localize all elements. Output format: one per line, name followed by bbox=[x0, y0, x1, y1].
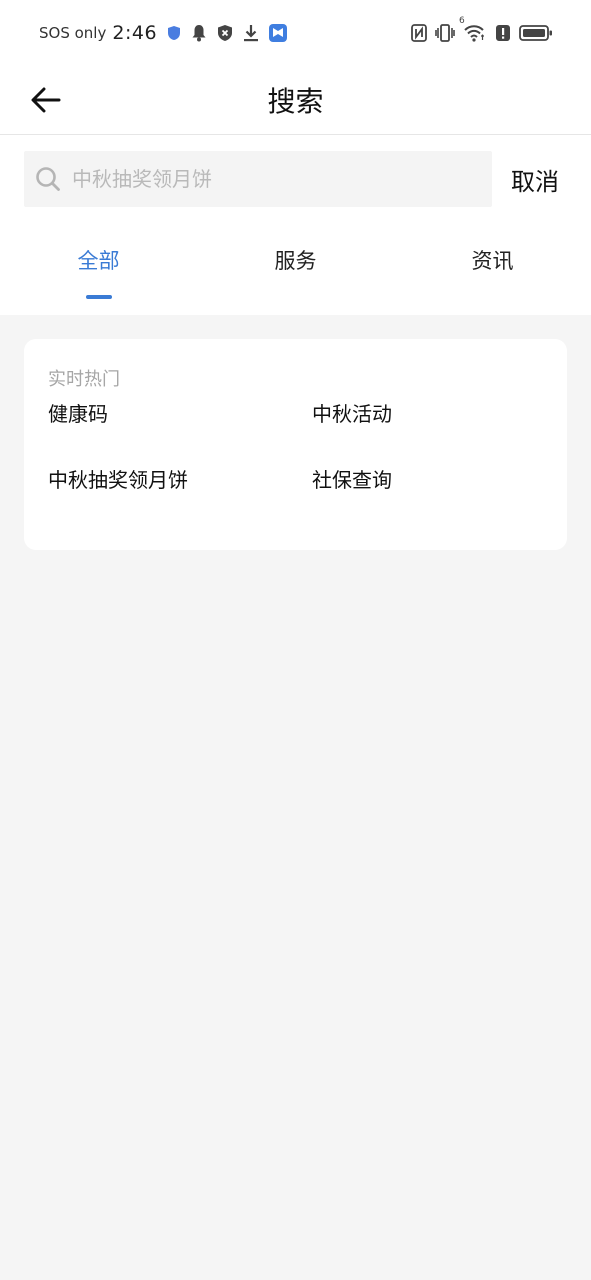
hot-item[interactable]: 中秋活动 bbox=[312, 399, 543, 429]
hot-searches-title: 实时热门 bbox=[48, 369, 120, 390]
carrier-label: SOS only bbox=[39, 24, 107, 42]
vibrate-icon bbox=[435, 24, 455, 42]
nfc-icon bbox=[411, 24, 427, 42]
page-title: 搜索 bbox=[267, 85, 324, 118]
status-bar: SOS only 2:46 6 bbox=[0, 0, 591, 66]
search-box[interactable] bbox=[24, 151, 492, 207]
status-time: 2:46 bbox=[112, 22, 158, 44]
app-header: 搜索 bbox=[0, 66, 591, 135]
battery-icon bbox=[519, 24, 553, 42]
search-icon bbox=[34, 165, 62, 193]
tab-all[interactable]: 全部 bbox=[0, 223, 197, 299]
alert-icon bbox=[495, 24, 511, 42]
app-notification-icon bbox=[269, 24, 288, 42]
hot-searches-list: 健康码 中秋活动 中秋抽奖领月饼 社保查询 bbox=[48, 399, 543, 495]
tab-news[interactable]: 资讯 bbox=[394, 223, 591, 275]
search-input[interactable] bbox=[70, 166, 474, 192]
wifi-icon: 6 bbox=[459, 16, 487, 42]
status-bar-left: SOS only 2:46 bbox=[39, 22, 288, 44]
tab-bar: 全部 服务 资讯 bbox=[0, 223, 591, 315]
cancel-button[interactable]: 取消 bbox=[511, 162, 559, 197]
tab-label: 资讯 bbox=[471, 249, 514, 273]
shield-icon bbox=[167, 25, 181, 41]
active-tab-indicator bbox=[85, 295, 112, 299]
search-row: 取消 bbox=[0, 135, 591, 223]
tab-label: 全部 bbox=[77, 249, 120, 273]
status-bar-right: 6 bbox=[411, 16, 553, 42]
security-x-icon bbox=[217, 24, 233, 42]
download-icon bbox=[243, 24, 259, 42]
wifi-badge: 6 bbox=[459, 16, 465, 26]
arrow-left-icon bbox=[31, 87, 61, 113]
hot-item[interactable]: 中秋抽奖领月饼 bbox=[48, 465, 312, 495]
bell-icon bbox=[191, 24, 207, 42]
back-button[interactable] bbox=[28, 82, 64, 118]
hot-item[interactable]: 健康码 bbox=[48, 399, 312, 429]
tab-services[interactable]: 服务 bbox=[197, 223, 394, 275]
tab-label: 服务 bbox=[274, 249, 317, 273]
hot-item[interactable]: 社保查询 bbox=[312, 465, 543, 495]
hot-searches-card: 实时热门 健康码 中秋活动 中秋抽奖领月饼 社保查询 bbox=[24, 339, 567, 550]
top-section: SOS only 2:46 6 搜索 中秋抽奖领月饼 取消 全部 服务 资讯 bbox=[0, 0, 591, 315]
